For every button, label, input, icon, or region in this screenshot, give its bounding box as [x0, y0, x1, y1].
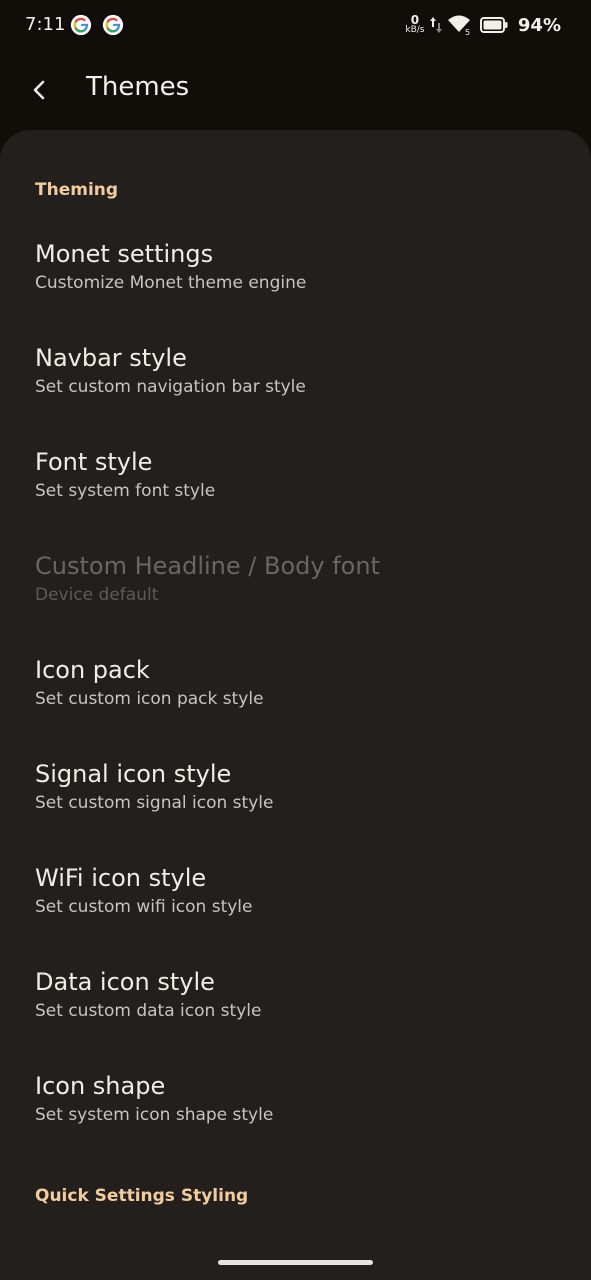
pref-title: WiFi icon style	[35, 864, 207, 892]
pref-summary: Set custom signal icon style	[35, 793, 274, 813]
pref-summary: Set custom wifi icon style	[35, 897, 253, 917]
pref-icon-shape[interactable]: Icon shape Set system icon shape style	[0, 1072, 591, 1172]
pref-data-icon-style[interactable]: Data icon style Set custom data icon sty…	[0, 968, 591, 1068]
pref-summary: Set custom icon pack style	[35, 689, 264, 709]
status-icons: 0 kB/s 5 94%	[405, 12, 561, 38]
svg-text:5: 5	[465, 28, 470, 36]
pref-summary: Device default	[35, 585, 159, 605]
pref-navbar-style[interactable]: Navbar style Set custom navigation bar s…	[0, 344, 591, 444]
app-bar: Themes	[0, 52, 591, 130]
status-bar: 7:11 0 kB/s 5 94%	[0, 0, 591, 52]
network-speed: 0 kB/s	[405, 14, 425, 35]
pref-title: Monet settings	[35, 240, 214, 268]
pref-font-style[interactable]: Font style Set system font style	[0, 448, 591, 548]
battery-percent: 94%	[517, 14, 561, 36]
pref-summary: Customize Monet theme engine	[35, 273, 307, 293]
pref-custom-headline-body-font: Custom Headline / Body font Device defau…	[0, 552, 591, 652]
pref-title: Font style	[35, 448, 153, 476]
pref-title: Navbar style	[35, 344, 187, 372]
pref-summary: Set custom data icon style	[35, 1001, 262, 1021]
pref-monet-settings[interactable]: Monet settings Customize Monet theme eng…	[0, 240, 591, 340]
pref-title: Custom Headline / Body font	[35, 552, 380, 580]
pref-icon-pack[interactable]: Icon pack Set custom icon pack style	[0, 656, 591, 756]
google-icon	[102, 14, 124, 36]
network-speed-unit: kB/s	[405, 25, 425, 35]
wifi-icon: 5	[447, 15, 470, 36]
google-icon	[70, 14, 92, 36]
pref-title: Icon shape	[35, 1072, 166, 1100]
pref-summary: Set system font style	[35, 481, 216, 501]
pref-summary: Set system icon shape style	[35, 1105, 274, 1125]
section-header-theming: Theming	[35, 180, 119, 200]
gesture-nav-handle[interactable]	[218, 1260, 373, 1265]
battery-icon	[479, 17, 508, 33]
pref-title: Data icon style	[35, 968, 215, 996]
pref-title: Icon pack	[35, 656, 150, 684]
settings-sheet[interactable]: Theming Monet settings Customize Monet t…	[0, 130, 591, 1280]
section-header-quick-settings-styling: Quick Settings Styling	[35, 1186, 249, 1206]
back-button[interactable]	[22, 72, 58, 108]
pref-title: Signal icon style	[35, 760, 232, 788]
pref-wifi-icon-style[interactable]: WiFi icon style Set custom wifi icon sty…	[0, 864, 591, 964]
data-arrows-icon	[429, 17, 442, 33]
back-arrow-icon	[33, 80, 45, 100]
pref-signal-icon-style[interactable]: Signal icon style Set custom signal icon…	[0, 760, 591, 860]
status-time: 7:11	[25, 14, 66, 35]
pref-summary: Set custom navigation bar style	[35, 377, 306, 397]
page-title: Themes	[86, 72, 190, 102]
